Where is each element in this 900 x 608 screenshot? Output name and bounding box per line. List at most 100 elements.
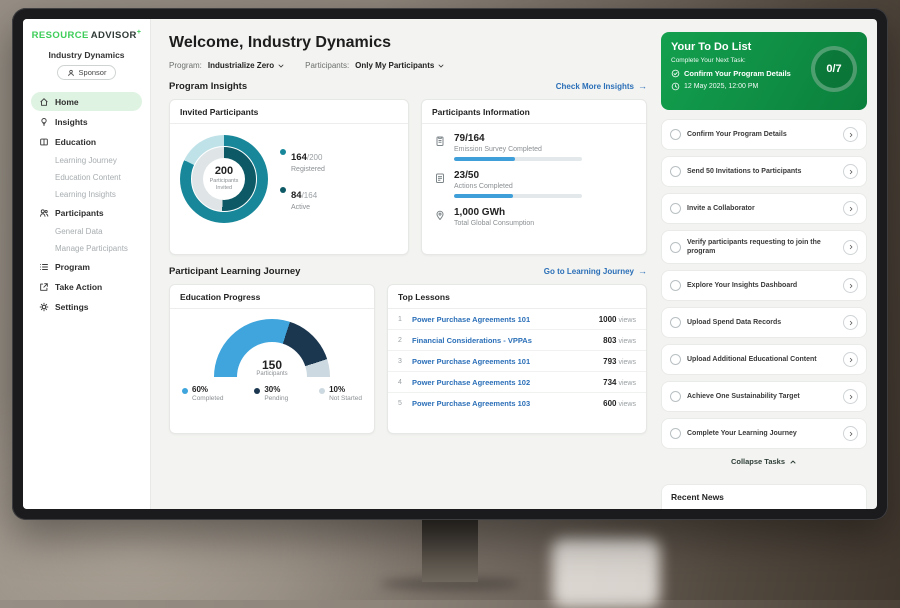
chevron-right-icon[interactable]	[843, 315, 858, 330]
task-checkbox[interactable]	[670, 203, 681, 214]
task-item[interactable]: Upload Additional Educational Content	[661, 344, 867, 375]
lesson-row: 1 Power Purchase Agreements 101 1000view…	[388, 309, 646, 330]
sidebar-item-learning-insights[interactable]: Learning Insights	[31, 186, 142, 202]
sidebar-item-program[interactable]: Program	[31, 257, 142, 276]
org-name: Industry Dynamics	[31, 50, 142, 60]
pending-dot	[254, 388, 260, 394]
task-label: Achieve One Sustainability Target	[687, 392, 837, 401]
invited-participants-donut: 200 Participants Invited	[180, 135, 268, 223]
clock-icon	[671, 82, 680, 91]
card-title: Top Lessons	[388, 285, 646, 309]
task-checkbox[interactable]	[670, 317, 681, 328]
lesson-rank: 5	[398, 400, 406, 407]
sponsor-label: Sponsor	[79, 68, 107, 77]
nav-label: Education	[55, 137, 96, 147]
chevron-right-icon[interactable]	[843, 164, 858, 179]
registered-label: Registered	[291, 166, 325, 173]
program-select[interactable]: Industrialize Zero	[208, 61, 285, 70]
completed-label: Completed	[192, 395, 223, 402]
lesson-title-link[interactable]: Power Purchase Agreements 101	[412, 357, 597, 366]
next-task[interactable]: Confirm Your Program Details	[671, 69, 811, 78]
lesson-views: 803	[603, 336, 616, 345]
check-more-insights-link[interactable]: Check More Insights →	[556, 82, 647, 91]
nav-label: Program	[55, 262, 90, 272]
page-title: Welcome, Industry Dynamics	[169, 34, 647, 52]
task-checkbox[interactable]	[670, 242, 681, 253]
task-checkbox[interactable]	[670, 428, 681, 439]
gauge-legend: 60% Completed 30% Pending	[170, 377, 374, 402]
task-item[interactable]: Confirm Your Program Details	[661, 119, 867, 150]
task-checkbox[interactable]	[670, 391, 681, 402]
chevron-right-icon[interactable]	[843, 389, 858, 404]
legend-item-registered: 164/200 Registered	[280, 147, 325, 173]
sidebar-item-general-data[interactable]: General Data	[31, 223, 142, 239]
nav-label: Take Action	[55, 282, 102, 292]
gauge-center: 150 Participants	[214, 359, 330, 377]
chevron-right-icon[interactable]	[843, 240, 858, 255]
participants-select[interactable]: Only My Participants	[355, 61, 445, 70]
sidebar-item-education-content[interactable]: Education Content	[31, 169, 142, 185]
pending-label: Pending	[264, 395, 288, 402]
task-item[interactable]: Verify participants requesting to join t…	[661, 230, 867, 264]
global-consumption-label: Total Global Consumption	[454, 220, 534, 227]
go-to-learning-journey-link[interactable]: Go to Learning Journey →	[544, 267, 647, 276]
program-insights-section-header: Program Insights Check More Insights →	[169, 81, 647, 92]
task-item[interactable]: Invite a Collaborator	[661, 193, 867, 224]
next-task-label: Confirm Your Program Details	[684, 69, 791, 78]
sidebar-item-take-action[interactable]: Take Action	[31, 277, 142, 296]
card-title: Participants Information	[422, 100, 646, 124]
lesson-views-suffix: views	[618, 380, 636, 387]
logo-advisor: ADVISOR	[91, 30, 137, 41]
sidebar-item-learning-journey[interactable]: Learning Journey	[31, 152, 142, 168]
card-title: Invited Participants	[170, 100, 408, 124]
task-checkbox[interactable]	[670, 354, 681, 365]
sidebar-item-settings[interactable]: Settings	[31, 297, 142, 316]
task-label: Complete Your Learning Journey	[687, 429, 837, 438]
filter-bar: Program: Industrialize Zero Participants…	[169, 61, 647, 70]
lesson-views: 600	[603, 399, 616, 408]
task-item[interactable]: Achieve One Sustainability Target	[661, 381, 867, 412]
sidebar-item-education[interactable]: Education	[31, 132, 142, 151]
task-item[interactable]: Upload Spend Data Records	[661, 307, 867, 338]
chevron-right-icon[interactable]	[843, 278, 858, 293]
arrow-right-icon: →	[638, 82, 647, 91]
chevron-right-icon[interactable]	[843, 201, 858, 216]
actions-completed-stat: 23/50 Actions Completed	[434, 170, 634, 198]
lesson-views-suffix: views	[618, 401, 636, 408]
task-item[interactable]: Send 50 Invitations to Participants	[661, 156, 867, 187]
task-checkbox[interactable]	[670, 280, 681, 291]
arrow-right-icon: →	[638, 267, 647, 276]
task-checkbox[interactable]	[670, 129, 681, 140]
external-action-icon	[39, 282, 49, 292]
chevron-down-icon	[277, 62, 285, 70]
global-consumption-value: 1,000 GWh	[454, 207, 534, 218]
lesson-title-link[interactable]: Power Purchase Agreements 103	[412, 399, 597, 408]
task-checkbox[interactable]	[670, 166, 681, 177]
lesson-title-link[interactable]: Power Purchase Agreements 102	[412, 378, 597, 387]
lesson-title-link[interactable]: Power Purchase Agreements 101	[412, 315, 593, 324]
recent-news-title: Recent News	[671, 492, 724, 502]
chevron-down-icon	[437, 62, 445, 70]
program-insights-cards: Invited Participants 200 Participants In…	[169, 99, 647, 255]
legend-item-active: 84/164 Active	[280, 185, 325, 211]
sidebar-nav: Home Insights Education Learning Journey…	[31, 92, 142, 316]
task-item[interactable]: Complete Your Learning Journey	[661, 418, 867, 449]
chevron-right-icon[interactable]	[843, 426, 858, 441]
todo-progress-ring: 0/7	[811, 46, 857, 92]
sidebar-item-home[interactable]: Home	[31, 92, 142, 111]
global-consumption-stat: 1,000 GWh Total Global Consumption	[434, 207, 634, 231]
next-task-due-label: 12 May 2025, 12:00 PM	[684, 83, 758, 90]
sidebar-item-manage-participants[interactable]: Manage Participants	[31, 240, 142, 256]
gear-icon	[39, 302, 49, 312]
task-item[interactable]: Explore Your Insights Dashboard	[661, 270, 867, 301]
legend-item-completed: 60% Completed	[182, 386, 223, 402]
completed-dot	[182, 388, 188, 394]
sponsor-badge[interactable]: Sponsor	[57, 65, 117, 80]
collapse-tasks-link[interactable]: Collapse Tasks	[661, 457, 867, 466]
lesson-title-link[interactable]: Financial Considerations - VPPAs	[412, 336, 597, 345]
registered-total: /200	[307, 153, 323, 162]
sidebar-item-participants[interactable]: Participants	[31, 203, 142, 222]
sidebar-item-insights[interactable]: Insights	[31, 112, 142, 131]
chevron-right-icon[interactable]	[843, 127, 858, 142]
chevron-right-icon[interactable]	[843, 352, 858, 367]
